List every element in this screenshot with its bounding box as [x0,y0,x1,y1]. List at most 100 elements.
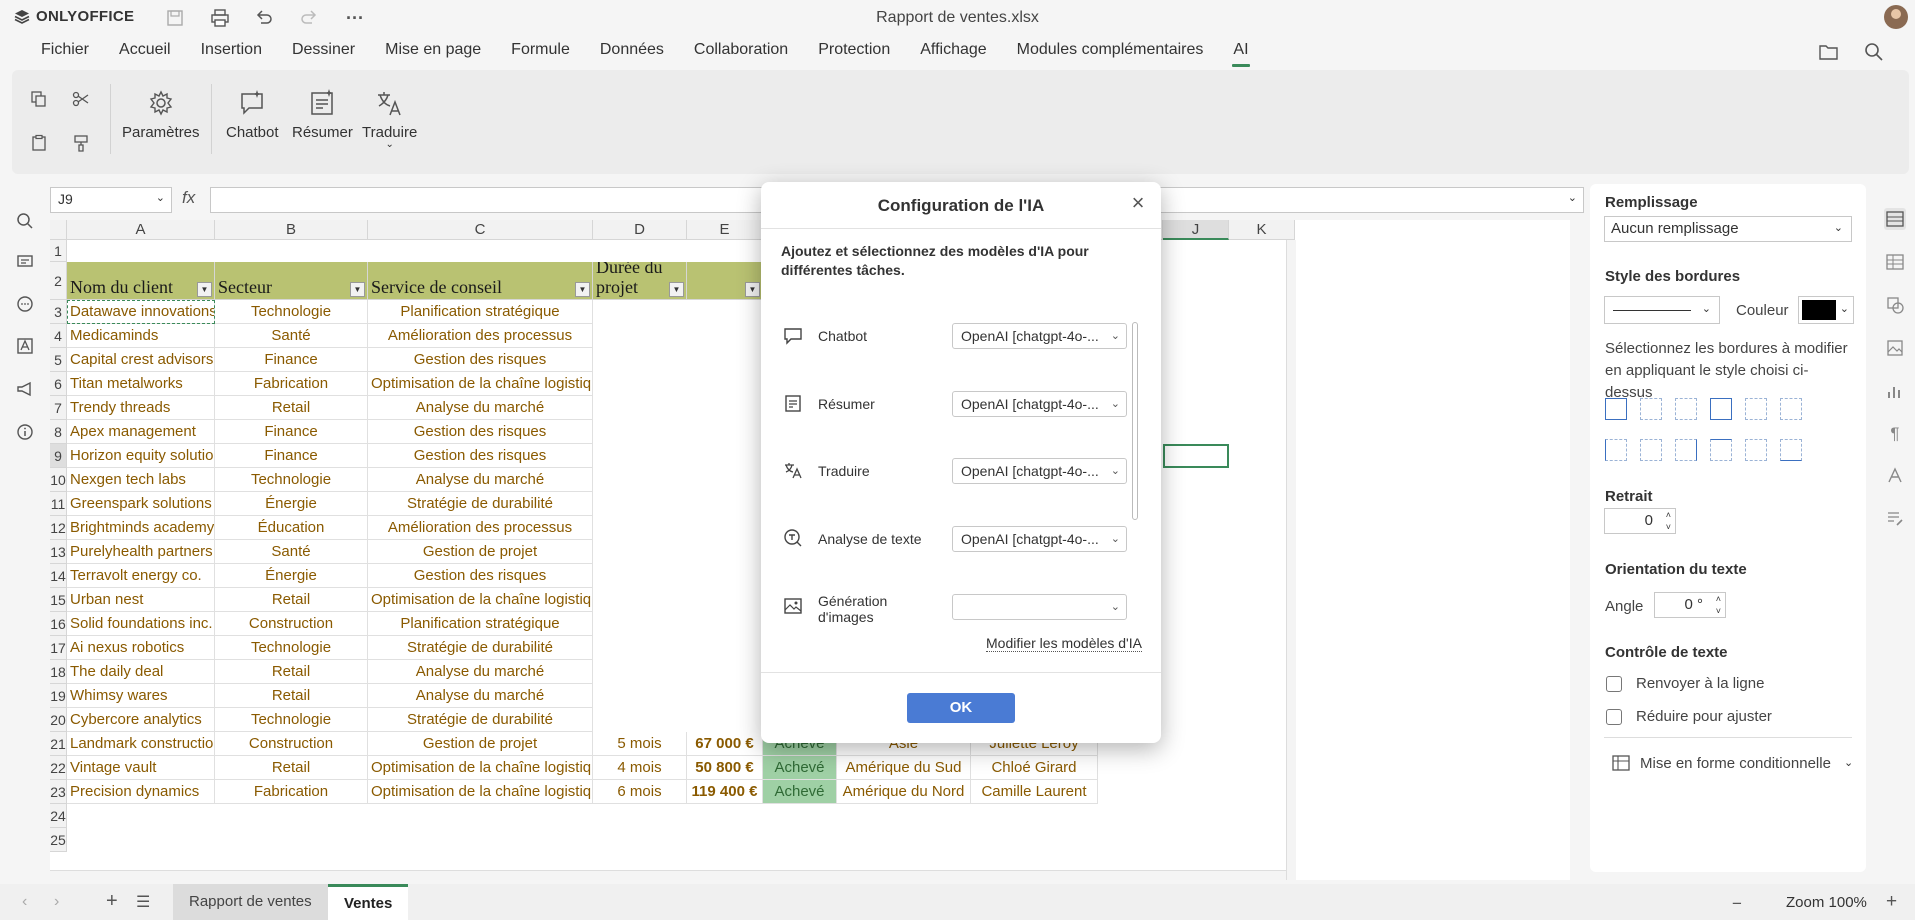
name-box[interactable]: J9 ⌄ [50,187,172,213]
wrap-text-checkbox[interactable] [1606,676,1622,692]
table-cell[interactable]: Stratégie de durabilité [368,492,593,516]
table-cell[interactable]: Apex management [67,420,215,444]
table-cell[interactable]: Retail [215,660,368,684]
search-icon[interactable] [14,210,36,232]
row-header[interactable]: 18 [50,660,67,684]
chevron-right-icon[interactable]: › [54,893,59,911]
table-cell[interactable]: Optimisation de la chaîne logistique [368,372,593,396]
paste-icon[interactable] [26,130,52,156]
table-cell[interactable]: Achevé [763,756,837,780]
zoom-in-icon[interactable]: + [1886,891,1897,913]
menu-fichier[interactable]: Fichier [26,36,104,68]
print-icon[interactable] [207,6,233,30]
row-header[interactable]: 16 [50,612,67,636]
row-header[interactable]: 19 [50,684,67,708]
table-cell[interactable]: Finance [215,444,368,468]
undo-icon[interactable] [251,6,277,30]
resumer-button[interactable]: Résumer [292,88,353,141]
table-cell[interactable]: Nexgen tech labs [67,468,215,492]
info-icon[interactable] [14,421,36,443]
row-header[interactable]: 2 [50,262,67,300]
table-cell[interactable]: Stratégie de durabilité [368,636,593,660]
vertical-scrollbar[interactable] [1286,240,1296,880]
row-header[interactable]: 11 [50,492,67,516]
filter-dropdown-icon[interactable]: ▼ [669,282,684,297]
row-header[interactable]: 6 [50,372,67,396]
table-cell[interactable]: Technologie [215,468,368,492]
chart-settings-icon[interactable] [1884,380,1906,402]
outer-borders-icon[interactable] [1710,398,1732,420]
table-cell[interactable]: Trendy threads [67,396,215,420]
header-cell[interactable]: Nom du client ▼ [67,262,215,300]
table-cell[interactable]: 119 400 € [687,780,763,804]
table-cell[interactable]: Construction [215,732,368,756]
ok-button[interactable]: OK [907,693,1015,723]
menu-collaboration[interactable]: Collaboration [679,36,803,68]
menu-formule[interactable]: Formule [496,36,585,68]
table-cell[interactable]: Santé [215,540,368,564]
table-cell[interactable]: Fabrication [215,780,368,804]
row-header[interactable]: 12 [50,516,67,540]
row-header[interactable]: 3 [50,300,67,324]
right-border-icon[interactable] [1675,439,1697,461]
table-cell[interactable]: 5 mois [593,732,687,756]
row-header[interactable]: 1 [50,240,67,262]
table-cell[interactable]: Ai nexus robotics [67,636,215,660]
table-cell[interactable]: 67 000 € [687,732,763,756]
analyse-model-select[interactable]: OpenAI [chatgpt-4o-... ⌄ [952,526,1127,552]
table-cell[interactable]: Technologie [215,300,368,324]
table-cell[interactable]: Retail [215,396,368,420]
table-cell[interactable]: Optimisation de la chaîne logistique [368,780,593,804]
sheet-tab-rapport[interactable]: Rapport de ventes [173,884,328,920]
row-header[interactable]: 17 [50,636,67,660]
column-header[interactable]: D [593,220,687,240]
table-cell[interactable]: Analyse du marché [368,684,593,708]
table-cell[interactable]: Éducation [215,516,368,540]
menu-dessiner[interactable]: Dessiner [277,36,370,68]
column-header[interactable]: E [687,220,763,240]
cut-icon[interactable] [68,86,94,112]
parametres-button[interactable]: Paramètres [122,88,200,141]
function-icon[interactable]: fx [182,188,195,208]
comments-icon[interactable] [14,251,36,273]
column-header[interactable]: B [215,220,368,240]
table-cell[interactable]: Stratégie de durabilité [368,708,593,732]
header-cell[interactable]: Secteur ▼ [215,262,368,300]
table-cell[interactable]: Achevé [763,780,837,804]
diagonal-up-icon[interactable] [1745,398,1767,420]
text-art-icon[interactable] [1884,465,1906,487]
column-header[interactable]: K [1229,220,1295,240]
table-cell[interactable]: Medicaminds [67,324,215,348]
open-location-icon[interactable] [1818,42,1840,65]
table-cell[interactable]: Terravolt energy co. [67,564,215,588]
table-cell[interactable]: Camille Laurent [971,780,1098,804]
table-cell[interactable]: Gestion des risques [368,348,593,372]
table-cell[interactable]: Retail [215,756,368,780]
table-cell[interactable]: Technologie [215,708,368,732]
column-header[interactable]: C [368,220,593,240]
header-cell[interactable]: ▼ [687,262,763,300]
table-cell[interactable]: Vintage vault [67,756,215,780]
table-cell[interactable]: 4 mois [593,756,687,780]
zoom-out-icon[interactable]: − [1732,894,1742,914]
sheet-tab-ventes[interactable]: Ventes [328,884,409,920]
row-header[interactable]: 10 [50,468,67,492]
table-cell[interactable]: Titan metalworks [67,372,215,396]
chatbot-button[interactable]: Chatbot [226,88,279,141]
table-cell[interactable]: Urban nest [67,588,215,612]
menu-protection[interactable]: Protection [803,36,905,68]
row-header[interactable]: 20 [50,708,67,732]
table-cell[interactable]: The daily deal [67,660,215,684]
table-cell[interactable]: Chloé Girard [971,756,1098,780]
search-icon[interactable] [1864,42,1884,65]
row-header[interactable]: 8 [50,420,67,444]
chat-icon[interactable] [14,293,36,315]
add-sheet-icon[interactable]: + [106,890,118,913]
table-cell[interactable]: Greenspark solutions [67,492,215,516]
table-cell[interactable]: Gestion de projet [368,540,593,564]
filter-dropdown-icon[interactable]: ▼ [575,282,590,297]
table-cell[interactable]: Amérique du Nord [837,780,971,804]
chatbot-model-select[interactable]: OpenAI [chatgpt-4o-... ⌄ [952,323,1127,349]
diagonal-down-icon[interactable] [1780,398,1802,420]
table-cell[interactable]: Finance [215,348,368,372]
